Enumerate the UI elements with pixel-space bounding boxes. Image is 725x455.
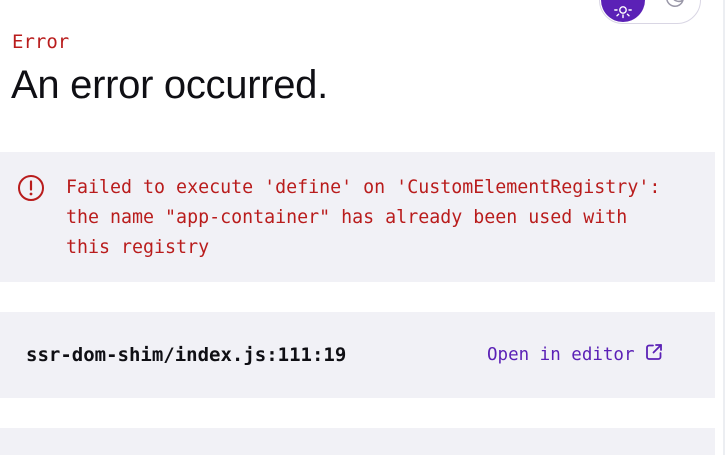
page-title: An error occurred. — [11, 63, 328, 107]
sun-icon — [614, 6, 632, 19]
error-overlay: Error An error occurred. Failed to execu… — [0, 0, 725, 455]
stack-frame-location: ssr-dom-shim/index.js:111:19 — [26, 344, 347, 366]
error-message: Failed to execute 'define' on 'CustomEle… — [66, 177, 661, 258]
error-label: Error — [12, 31, 70, 53]
external-link-icon — [645, 344, 662, 360]
theme-toggle-light-option[interactable] — [601, 0, 645, 22]
open-in-editor-link[interactable]: Open in editor — [487, 343, 663, 367]
code-frame-panel — [0, 428, 715, 455]
theme-toggle[interactable] — [599, 0, 701, 24]
alert-circle-icon — [18, 175, 44, 201]
open-in-editor-label: Open in editor — [487, 345, 635, 365]
error-message-panel: Failed to execute 'define' on 'CustomEle… — [0, 152, 715, 282]
moon-icon[interactable] — [664, 0, 686, 10]
stack-frame: ssr-dom-shim/index.js:111:19 Open in edi… — [0, 312, 715, 398]
